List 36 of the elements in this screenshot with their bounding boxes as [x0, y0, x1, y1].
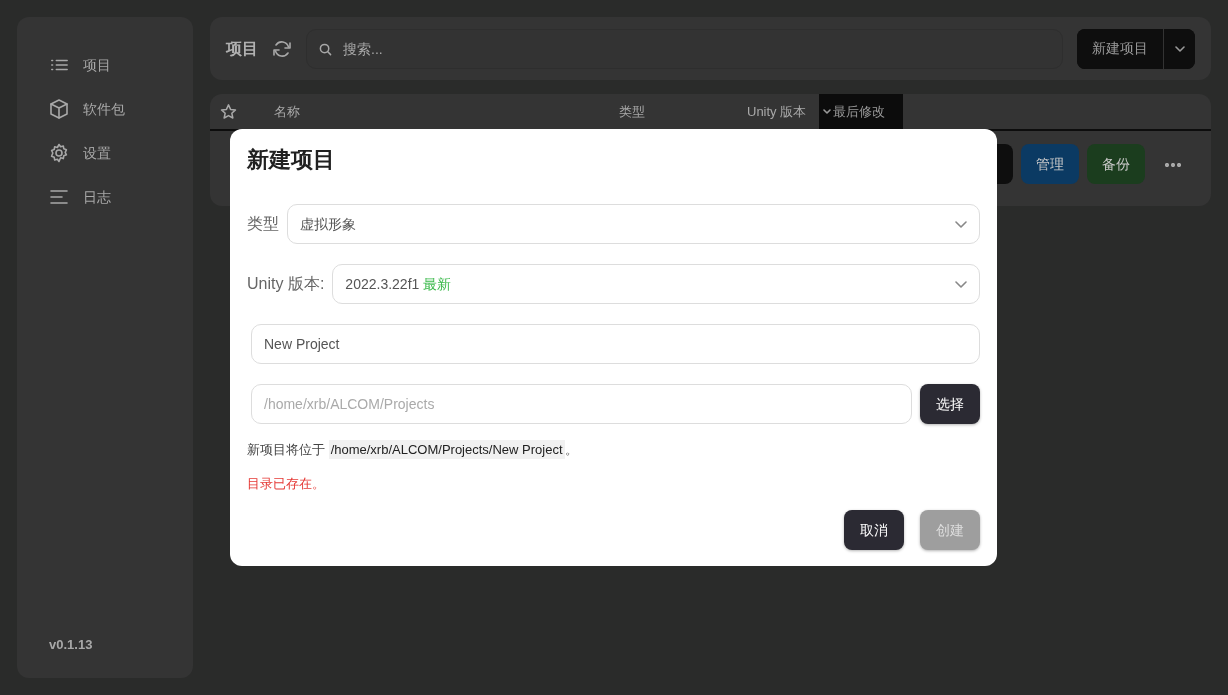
field-label: 类型 [247, 214, 279, 234]
sidebar-item[interactable]: 日志 [49, 175, 193, 219]
caret-icon [1174, 46, 1185, 53]
location-field[interactable]: /home/xrb/ALCOM/Projects [251, 384, 912, 424]
select-value: 虚拟形象 [300, 214, 356, 234]
page-title: 项目 [226, 38, 258, 59]
version-label: v0.1.13 [49, 635, 94, 654]
type-select[interactable]: 虚拟形象 [287, 204, 980, 244]
choose-button[interactable]: 选择 [920, 384, 980, 424]
refresh-icon[interactable] [272, 38, 292, 59]
search-icon [319, 42, 332, 56]
error-message: 目录已存在。 [247, 474, 326, 493]
sort-icon [823, 109, 831, 114]
name-field[interactable]: New Project [251, 324, 980, 364]
sidebar-item[interactable]: 软件包 [49, 87, 193, 131]
dialog-title: 新建项目 [247, 146, 336, 174]
cube-icon [49, 99, 69, 119]
column-header[interactable]: 最后修改 [819, 94, 903, 129]
cancel-button[interactable]: 取消 [844, 510, 904, 550]
star-icon[interactable] [220, 103, 237, 120]
more-icon [1165, 162, 1181, 167]
row-button[interactable]: 管理 [1021, 144, 1079, 184]
sidebar-item[interactable]: 设置 [49, 131, 193, 175]
lines-icon [49, 187, 69, 207]
select-value: 2022.3.22f1 最新 [345, 274, 452, 294]
field-label: Unity 版本: [247, 274, 325, 294]
column-header[interactable]: 名称 [270, 94, 615, 129]
chevron-icon [955, 280, 967, 288]
search-field[interactable]: 搜索... [306, 28, 1063, 69]
version-select[interactable]: 2022.3.22f1 最新 [332, 264, 980, 304]
row-button[interactable]: 备份 [1087, 144, 1145, 184]
chevron-icon [955, 220, 967, 228]
sidebar-item[interactable]: 项目 [49, 43, 193, 87]
column-header[interactable]: Unity 版本 [743, 94, 819, 129]
settings-icon [49, 143, 69, 163]
column-header[interactable]: 类型 [615, 94, 743, 129]
